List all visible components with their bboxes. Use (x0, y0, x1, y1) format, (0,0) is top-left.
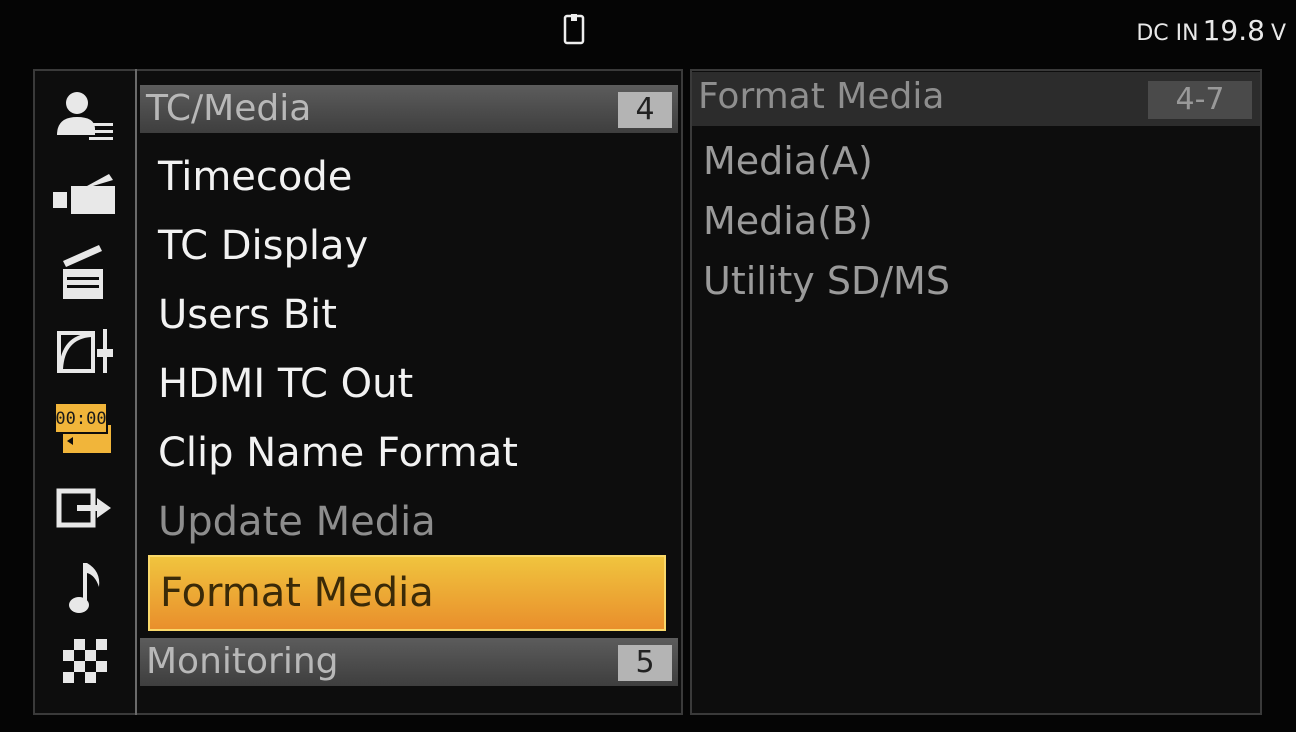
menu-item-hdmi-tc-out[interactable]: HDMI TC Out (158, 361, 413, 407)
category-icon-bar: 00:00 (33, 69, 137, 715)
next-section-title: Monitoring (146, 641, 339, 682)
section-title: TC/Media (146, 88, 312, 129)
menu-item-tc-display[interactable]: TC Display (158, 223, 368, 269)
menu-item-users-bit[interactable]: Users Bit (158, 292, 337, 338)
section-header-tc-media[interactable]: TC/Media 4 (140, 85, 678, 133)
power-unit: V (1270, 21, 1286, 46)
music-note-icon[interactable] (49, 559, 121, 617)
timecode-media-icon[interactable]: 00:00 (49, 399, 121, 457)
submenu-item-media-b[interactable]: Media(B) (703, 199, 873, 243)
section-header-monitoring[interactable]: Monitoring 5 (140, 638, 678, 686)
submenu-number: 4-7 (1148, 81, 1252, 119)
checker-icon[interactable] (49, 633, 121, 691)
media-card-icon (563, 13, 585, 45)
section-number: 4 (618, 92, 672, 128)
power-indicator: DC IN 19.8 V (1136, 14, 1286, 47)
status-bar: DC IN 19.8 V (0, 0, 1296, 66)
power-value: 19.8 (1202, 14, 1265, 47)
paint-levels-icon[interactable] (49, 321, 121, 379)
user-menu-icon[interactable] (49, 89, 121, 147)
next-section-number: 5 (618, 645, 672, 681)
submenu-item-media-a[interactable]: Media(A) (703, 139, 873, 183)
submenu-title: Format Media (698, 76, 945, 117)
camera-icon[interactable] (49, 166, 121, 224)
menu-item-format-media[interactable]: Format Media (148, 555, 666, 631)
menu-item-timecode[interactable]: Timecode (158, 154, 352, 200)
timecode-icon-label: 00:00 (55, 409, 106, 429)
power-label: DC IN (1136, 21, 1199, 46)
submenu-header: Format Media 4-7 (692, 72, 1260, 126)
menu-item-update-media: Update Media (158, 499, 436, 545)
menu-item-clip-name-format[interactable]: Clip Name Format (158, 430, 518, 476)
clapperboard-icon[interactable] (49, 241, 121, 299)
output-icon[interactable] (49, 479, 121, 537)
submenu-item-utility-sd-ms[interactable]: Utility SD/MS (703, 259, 950, 303)
